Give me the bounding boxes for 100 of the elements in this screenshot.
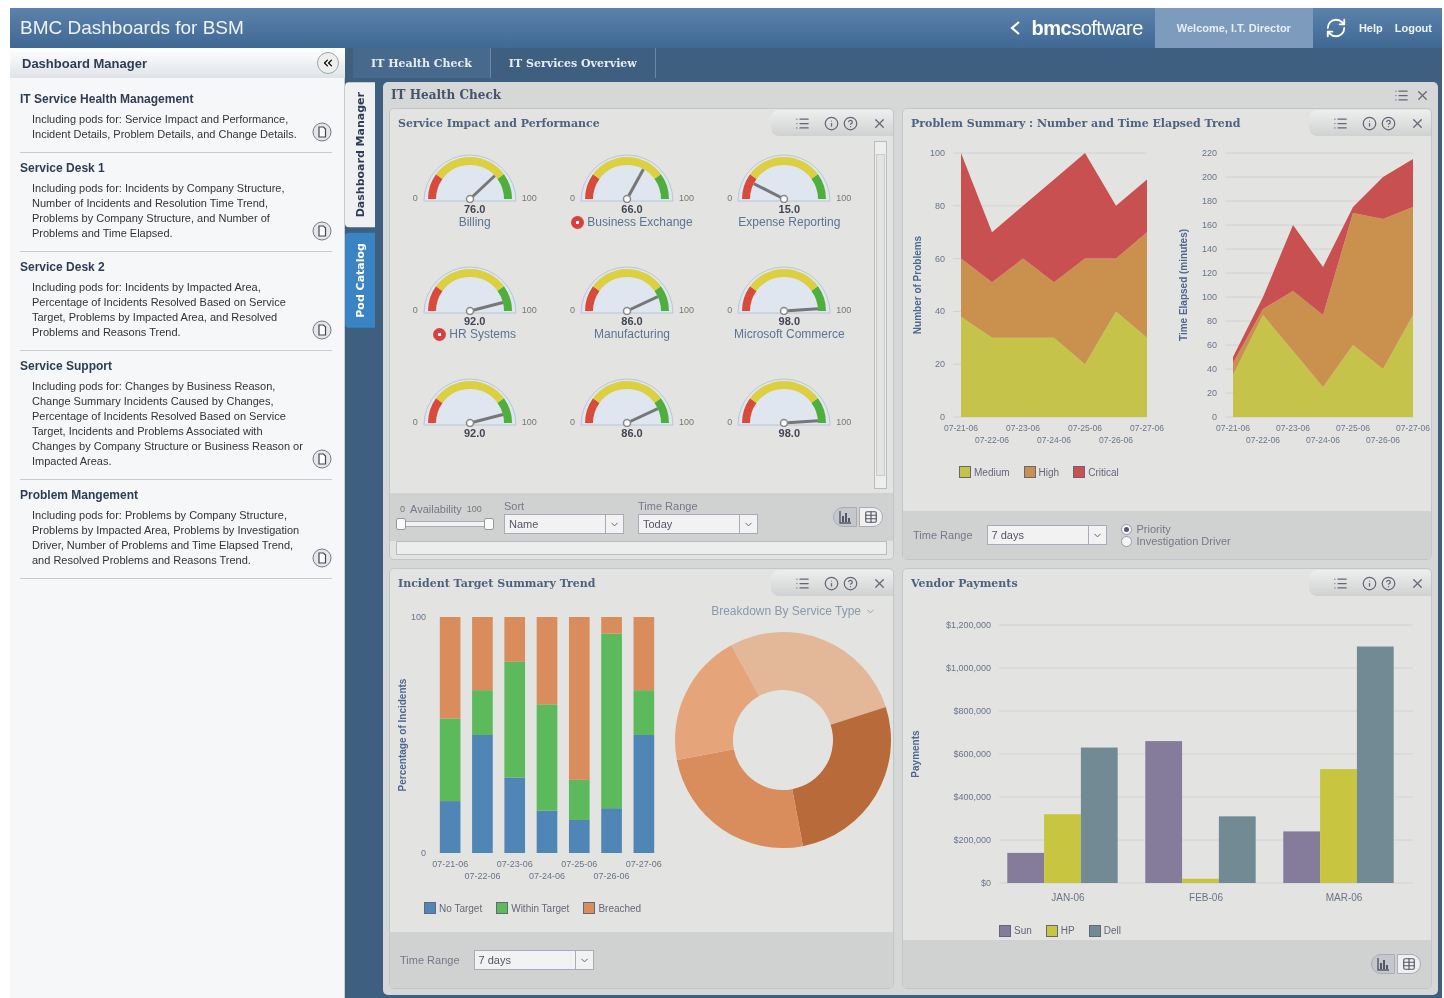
tick-label: 140 [1201,244,1217,254]
legend-label: Medium [974,466,1010,478]
document-icon[interactable] [312,548,332,568]
refresh-icon[interactable] [1324,17,1347,39]
bar [568,819,590,853]
slider-thumb[interactable] [484,518,494,530]
tick-label: 220 [1201,148,1217,158]
tick-label: 07-23-06 [1006,423,1040,433]
document-icon[interactable] [312,320,332,340]
scale-label: 100 [679,417,694,427]
info-icon[interactable] [1362,575,1377,591]
legend-label: High [1038,466,1060,478]
slider-label: Availability [410,503,462,515]
tick-label: 07-25-06 [561,859,598,869]
scrollbar[interactable] [396,541,887,555]
document-icon[interactable] [312,221,332,241]
help-icon[interactable] [843,115,858,131]
chevron-icon [1009,20,1020,36]
tick-label: 07-22-06 [1246,435,1280,445]
scale-label: 100 [836,417,852,427]
gauge-value: 76.0 [463,203,486,215]
axis-title: Number of Problems [912,235,923,335]
scale-label: 100 [521,305,537,315]
tick-label: 0 [1212,412,1217,422]
tick-label: 0 [421,848,426,858]
header-link[interactable]: Logout [1394,22,1432,34]
scale-label: 0 [727,417,733,427]
tab[interactable]: IT Services Overview [490,48,656,78]
collapse-button[interactable] [317,52,339,74]
tick-label: 20 [1207,388,1217,398]
scale-label: 0 [412,305,418,315]
chevrons-left-icon [321,56,335,70]
select-field[interactable]: 7 days [986,525,1107,545]
gauge-value: 98.0 [778,315,801,327]
catalog-description: Including pods for: Incidents by Impacted Area, Percentage of Incidents Resolved Based on Service Target, Problems by Impacted Area, and Resolved Problems and Reasons Trend. [32,280,287,340]
gauge-label: Expense Reporting [738,215,841,229]
info-icon[interactable] [824,575,839,591]
table-icon[interactable] [1402,957,1416,971]
pod-title: Incident Target Summary Trend [398,576,597,590]
gauge-value: 98.0 [778,427,801,439]
radio-button[interactable] [1120,535,1132,547]
scale-label: 100 [521,193,537,203]
table-icon[interactable] [864,510,878,524]
list-icon[interactable] [795,115,810,131]
legend-label: Sun [1014,925,1032,936]
side-tab[interactable]: Pod Catalog [345,233,375,328]
gauge-value: 92.0 [463,315,486,327]
tick-label: 07-25-06 [1068,423,1102,433]
tick-label: JAN-06 [1051,892,1085,903]
radio-label: Priority [1136,523,1171,535]
view-button[interactable] [833,507,857,527]
document-icon[interactable] [312,122,332,142]
document-icon[interactable] [312,449,332,469]
tick-label: 40 [935,306,945,317]
tick-label: FEB-06 [1189,892,1223,903]
view-button[interactable] [1397,954,1421,974]
list-icon[interactable] [795,575,810,591]
legend-label: Dell [1103,925,1121,936]
select-field[interactable]: Name [504,514,624,534]
tick-label: 07-24-06 [1037,435,1071,445]
axis-title: Percentage of Incidents [397,678,408,792]
field-label: Sort [504,500,526,512]
gauge-value: 15.0 [778,203,801,215]
scale-label: 100 [679,193,694,203]
catalog-title: Problem Mangement [20,488,140,502]
tick-label: 160 [1201,220,1217,230]
help-icon[interactable] [1381,115,1396,131]
select-field[interactable]: 7 days [473,950,594,970]
radio-button[interactable] [1120,523,1132,535]
tick-label: 07-27-06 [1130,423,1164,433]
select-field[interactable]: Today [638,514,758,534]
side-tab[interactable]: Dashboard Manager [345,82,375,228]
info-icon[interactable] [1362,115,1377,131]
tick-label: $1,000,000 [945,663,991,673]
list-icon[interactable] [1333,115,1348,131]
list-icon[interactable] [1394,87,1409,103]
info-icon[interactable] [824,115,839,131]
view-button[interactable] [859,507,883,527]
bar-chart-icon[interactable] [1376,957,1390,971]
legend-label: Breached [598,902,642,914]
help-icon[interactable] [843,575,858,591]
tick-label: 07-26-06 [1366,435,1400,445]
scrollbar[interactable] [874,141,887,489]
scale-label: 100 [521,417,537,427]
field-label: Time Range [913,529,973,541]
welcome-text: Welcome, I.T. Director [1154,8,1313,48]
help-icon[interactable] [1381,575,1396,591]
slider-thumb[interactable] [396,518,406,530]
scale-label: 100 [466,504,482,514]
tick-label: 100 [410,612,426,622]
list-icon[interactable] [1333,575,1348,591]
header-link[interactable]: Help [1358,22,1383,34]
radio-label: Investigation Driver [1136,535,1231,547]
tick-label: $0 [981,878,991,888]
tab[interactable]: IT Health Check [353,48,491,78]
tick-label: 0 [940,412,945,422]
gauge-value: 86.0 [621,427,643,439]
bar-chart-icon[interactable] [838,510,852,524]
view-button[interactable] [1371,954,1395,974]
tick-label: 80 [935,200,945,211]
